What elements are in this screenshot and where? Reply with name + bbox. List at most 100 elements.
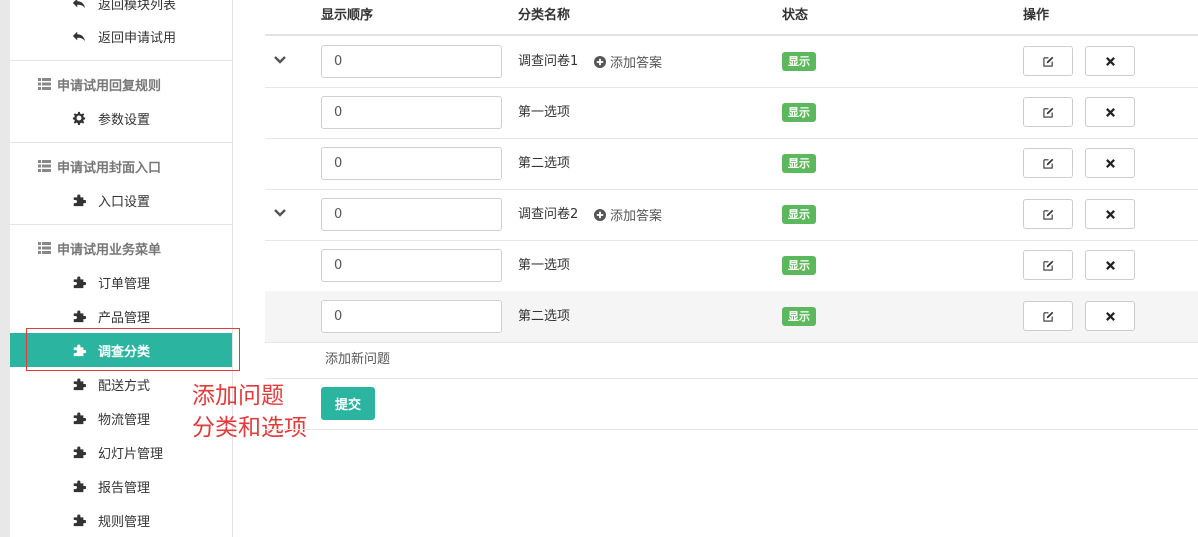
edit-button[interactable] <box>1023 46 1073 76</box>
table-row: 调查问卷2 添加答案 显示 <box>265 189 1198 240</box>
delete-button[interactable] <box>1085 148 1135 178</box>
puzzle-icon <box>73 310 86 323</box>
column-header-status: 状态 <box>782 8 809 23</box>
column-header-actions: 操作 <box>1023 8 1050 23</box>
reply-icon <box>72 31 86 42</box>
delete-button[interactable] <box>1085 46 1135 76</box>
sidebar-group-cover-entry: 申请试用封面入口 <box>10 149 232 183</box>
edit-button[interactable] <box>1023 199 1073 229</box>
sidebar-item-back-modules[interactable]: 返回模块列表 <box>10 0 232 20</box>
sidebar-item-label: 规则管理 <box>98 514 151 530</box>
row-divider <box>265 378 1198 379</box>
puzzle-icon <box>73 276 86 289</box>
sidebar-item-label: 返回模块列表 <box>98 0 177 13</box>
sidebar-item-survey-category[interactable]: 调查分类 <box>10 333 232 367</box>
edit-icon <box>1042 311 1053 322</box>
sidebar-item-entry-settings[interactable]: 入口设置 <box>10 183 232 217</box>
puzzle-icon <box>73 194 86 207</box>
form-divider <box>265 429 1198 430</box>
delete-button[interactable] <box>1085 250 1135 280</box>
table-row: 第二选项 显示 <box>265 291 1198 342</box>
plus-circle-icon <box>594 208 606 221</box>
list-icon <box>38 78 51 90</box>
delete-button[interactable] <box>1085 301 1135 331</box>
status-badge: 显示 <box>782 154 816 173</box>
sidebar-item-label: 订单管理 <box>98 276 151 292</box>
status-badge: 显示 <box>782 205 816 224</box>
sidebar-group-title: 申请试用业务菜单 <box>57 242 162 258</box>
app-root: 返回模块列表 返回申请试用 申请试用回复规则 参数设置 申请试用封面入口 入口设… <box>0 0 1198 537</box>
puzzle-icon <box>73 412 86 425</box>
puzzle-icon <box>73 344 86 357</box>
delete-button[interactable] <box>1085 199 1135 229</box>
sidebar-item-orders[interactable]: 订单管理 <box>10 265 232 299</box>
add-answer-label: 添加答案 <box>610 209 663 224</box>
table-row: 第一选项 显示 <box>265 87 1198 138</box>
close-icon <box>1105 56 1115 66</box>
edit-button[interactable] <box>1023 97 1073 127</box>
sidebar-item-reports[interactable]: 报告管理 <box>10 469 232 503</box>
list-icon <box>38 242 51 254</box>
sidebar-item-label: 幻灯片管理 <box>98 446 164 462</box>
delete-button[interactable] <box>1085 97 1135 127</box>
submit-button[interactable]: 提交 <box>321 387 375 420</box>
close-icon <box>1105 260 1115 270</box>
order-input[interactable] <box>321 147 502 180</box>
category-name: 第二选项 <box>518 156 571 171</box>
sidebar-item-label: 返回申请试用 <box>98 30 177 46</box>
add-answer-link[interactable]: 添加答案 <box>594 189 662 240</box>
edit-button[interactable] <box>1023 301 1073 331</box>
column-header-name: 分类名称 <box>518 8 571 23</box>
sidebar-item-label: 报告管理 <box>98 480 151 496</box>
left-edge-strip <box>0 0 10 537</box>
order-input[interactable] <box>321 198 502 231</box>
close-icon <box>1105 158 1115 168</box>
category-name: 调查问卷2 <box>518 207 579 222</box>
sidebar-item-params[interactable]: 参数设置 <box>10 101 232 135</box>
sidebar-item-label: 产品管理 <box>98 310 151 326</box>
sidebar-item-label: 参数设置 <box>98 112 151 128</box>
order-input[interactable] <box>321 45 502 78</box>
chevron-down-icon[interactable] <box>273 53 287 67</box>
sidebar-group-reply-rules: 申请试用回复规则 <box>10 67 232 101</box>
sidebar-group-title: 申请试用封面入口 <box>57 160 162 176</box>
category-name: 第一选项 <box>518 258 571 273</box>
status-badge: 显示 <box>782 103 816 122</box>
status-badge: 显示 <box>782 52 816 71</box>
table-row: 第一选项 显示 <box>265 240 1198 291</box>
edit-icon <box>1042 56 1053 67</box>
category-name: 第一选项 <box>518 105 571 120</box>
puzzle-icon <box>73 378 86 391</box>
sidebar-divider <box>10 60 232 61</box>
table-row: 第二选项 显示 <box>265 138 1198 189</box>
row-divider <box>265 342 1198 343</box>
list-icon <box>38 160 51 172</box>
edit-button[interactable] <box>1023 250 1073 280</box>
gear-icon <box>72 111 86 125</box>
puzzle-icon <box>73 480 86 493</box>
order-input[interactable] <box>321 300 502 333</box>
edit-button[interactable] <box>1023 148 1073 178</box>
plus-circle-icon <box>594 55 606 68</box>
status-badge: 显示 <box>782 256 816 275</box>
order-input[interactable] <box>321 249 502 282</box>
chevron-down-icon[interactable] <box>273 206 287 220</box>
sidebar-group-business-menu: 申请试用业务菜单 <box>10 231 232 265</box>
sidebar-item-products[interactable]: 产品管理 <box>10 299 232 333</box>
category-name: 第二选项 <box>518 309 571 324</box>
sidebar-item-label: 物流管理 <box>98 412 151 428</box>
order-input[interactable] <box>321 96 502 129</box>
sidebar-item-back-trial[interactable]: 返回申请试用 <box>10 19 232 53</box>
sidebar-item-label: 调查分类 <box>98 344 151 360</box>
table-row: 调查问卷1 添加答案 显示 <box>265 36 1198 87</box>
annotation-line-1: 添加问题 <box>192 383 284 409</box>
add-answer-link[interactable]: 添加答案 <box>594 36 662 87</box>
category-name: 调查问卷1 <box>518 54 579 69</box>
sidebar-item-rules[interactable]: 规则管理 <box>10 503 232 537</box>
add-answer-label: 添加答案 <box>610 56 663 71</box>
add-question-link[interactable]: 添加新问题 <box>325 343 390 377</box>
sidebar-divider <box>10 224 232 225</box>
edit-icon <box>1042 107 1053 118</box>
close-icon <box>1105 107 1115 117</box>
column-header-order: 显示顺序 <box>321 8 374 23</box>
